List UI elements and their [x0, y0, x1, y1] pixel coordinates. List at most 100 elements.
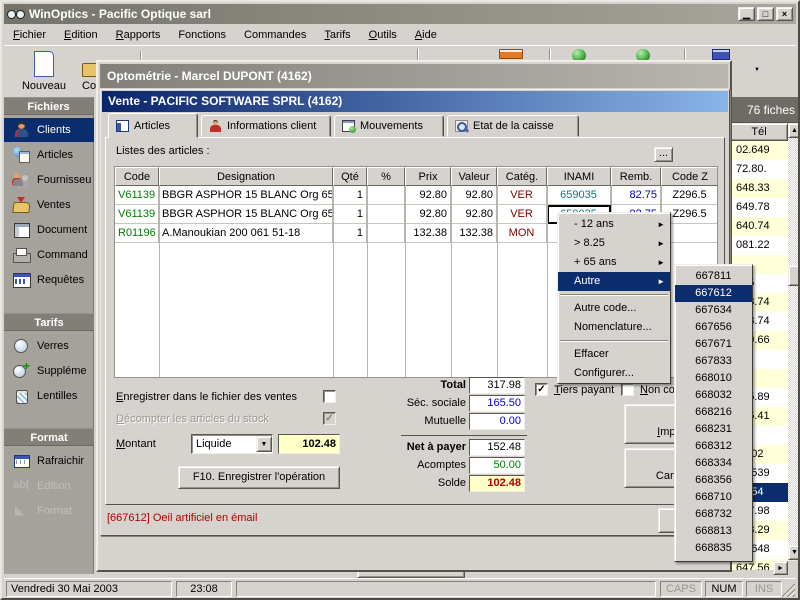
maximize-button[interactable]: □	[757, 7, 774, 21]
close-button[interactable]: ×	[776, 7, 793, 21]
main-titlebar[interactable]: WinOptics - Pacific Optique sarl ▁ □ ×	[4, 4, 796, 24]
code-item[interactable]: 667671	[675, 336, 752, 353]
tel-row[interactable]: 649.78	[731, 198, 788, 217]
code-item-selected[interactable]: 667612	[675, 285, 752, 302]
tab-articles[interactable]: Articles	[108, 113, 198, 138]
menu-rapports[interactable]: Rapports	[107, 26, 170, 44]
menu-item-autre-code[interactable]: Autre code...	[558, 299, 670, 318]
clients-vscrollbar[interactable]	[788, 123, 800, 561]
code-item[interactable]: 668010	[675, 370, 752, 387]
col-remb[interactable]: Remb.	[611, 167, 661, 186]
vente-titlebar[interactable]: Vente - PACIFIC SOFTWARE SPRL (4162)	[102, 91, 728, 112]
toolbar-print-icon[interactable]	[499, 49, 523, 59]
sidebar-item-lentilles[interactable]: Lentilles	[4, 384, 94, 408]
tel-row[interactable]: 02.649	[731, 141, 788, 160]
code-item[interactable]: 667833	[675, 353, 752, 370]
f10-enregistrer-button[interactable]: F10. Enregistrer l'opération	[178, 466, 340, 489]
col-codez[interactable]: Code Z	[661, 167, 718, 186]
menu-item-autre[interactable]: Autre►	[558, 272, 670, 291]
toolbar-overflow-chevron[interactable]: ▼	[750, 64, 764, 77]
tel-row[interactable]: 081.22	[731, 236, 788, 255]
save-sales-checkbox[interactable]	[323, 390, 336, 403]
fiches-count-panel: 76 fiches	[730, 97, 800, 123]
menu-item-nomenclature[interactable]: Nomenclature...	[558, 318, 670, 337]
code-item[interactable]: 668032	[675, 387, 752, 404]
tab-etat-caisse[interactable]: Etat de la caisse	[447, 115, 579, 137]
sec-sociale-value[interactable]: 165.50	[469, 395, 525, 412]
menu-tarifs[interactable]: Tarifs	[315, 26, 359, 44]
menu-outils[interactable]: Outils	[360, 26, 406, 44]
col-valeur[interactable]: Valeur	[451, 167, 497, 186]
col-qte[interactable]: Qté	[333, 167, 367, 186]
sidebar-item-fournisseurs[interactable]: Fournisseu	[4, 168, 94, 192]
code-item[interactable]: 668231	[675, 421, 752, 438]
montant-value-field[interactable]: 102.48	[278, 434, 340, 454]
code-item[interactable]: 667656	[675, 319, 752, 336]
tel-row[interactable]: 72.80.	[731, 160, 788, 179]
scroll-right-icon[interactable]: ►	[773, 561, 788, 575]
menu-edition[interactable]: Edition	[55, 26, 107, 44]
col-inami[interactable]: INAMI	[547, 167, 611, 186]
code-item[interactable]: 667811	[675, 268, 752, 285]
tel-row[interactable]: 648.33	[731, 179, 788, 198]
menu-item-plus-65-ans[interactable]: + 65 ans►	[558, 253, 670, 272]
code-item[interactable]: 668356	[675, 472, 752, 489]
sidebar-label: Lentilles	[37, 390, 77, 402]
rafraichir-icon	[13, 453, 30, 469]
code-item[interactable]: 668835	[675, 540, 752, 557]
menu-item-configurer[interactable]: Configurer...	[558, 364, 670, 383]
acomptes-value[interactable]: 50.00	[469, 457, 525, 474]
sidebar-item-commandes[interactable]: Command	[4, 243, 94, 267]
mutuelle-value[interactable]: 0.00	[469, 413, 525, 430]
sidebar-item-ventes[interactable]: Ventes	[4, 193, 94, 217]
code-item[interactable]: 668732	[675, 506, 752, 523]
optometrie-titlebar[interactable]: Optométrie - Marcel DUPONT (4162)	[100, 64, 728, 88]
code-item[interactable]: 668312	[675, 438, 752, 455]
sidebar-label: Format	[37, 505, 72, 517]
code-item[interactable]: 668334	[675, 455, 752, 472]
tab-informations-client[interactable]: Informations client	[201, 115, 331, 137]
nouveau-button[interactable]: Nouveau	[8, 48, 80, 94]
sidebar-item-verres[interactable]: Verres	[4, 334, 94, 358]
menu-fonctions[interactable]: Fonctions	[169, 26, 235, 44]
inami-code-submenu: 667811 667612 667634 667656 667671 66783…	[674, 264, 753, 562]
resize-grip[interactable]	[781, 583, 795, 597]
combo-dropdown-icon[interactable]: ▼	[256, 436, 272, 452]
sidebar-item-rafraichir[interactable]: Rafraichir	[4, 449, 94, 473]
toolbar-list-icon[interactable]	[712, 49, 730, 60]
scroll-up-icon[interactable]: ▲	[788, 123, 800, 138]
tel-column-header[interactable]: Tél	[730, 123, 788, 141]
col-prix[interactable]: Prix	[405, 167, 451, 186]
sidebar-item-requetes[interactable]: Requêtes	[4, 268, 94, 292]
col-categ[interactable]: Catég.	[497, 167, 547, 186]
menu-fichier[interactable]: Fichier	[4, 26, 55, 44]
tiers-payant-checkbox[interactable]: ✓	[535, 383, 548, 396]
tel-row[interactable]: 640.74	[731, 217, 788, 236]
sidebar-item-articles[interactable]: Articles	[4, 143, 94, 167]
payment-method-combo[interactable]: Liquide ▼	[191, 434, 273, 454]
minimize-button[interactable]: ▁	[738, 7, 755, 21]
col-designation[interactable]: Designation	[159, 167, 333, 186]
sidebar-item-documents[interactable]: Document	[4, 218, 94, 242]
menu-separator	[560, 340, 668, 342]
code-item[interactable]: 668216	[675, 404, 752, 421]
total-label: Total	[346, 379, 466, 391]
menu-commandes[interactable]: Commandes	[235, 26, 315, 44]
menu-item-effacer[interactable]: Effacer	[558, 345, 670, 364]
code-item[interactable]: 667634	[675, 302, 752, 319]
code-item[interactable]: 668813	[675, 523, 752, 540]
scroll-down-icon[interactable]: ▼	[788, 545, 800, 560]
tab-mouvements[interactable]: Mouvements	[334, 115, 444, 137]
sidebar-item-clients[interactable]: Clients	[4, 118, 94, 142]
scroll-thumb[interactable]	[788, 265, 800, 286]
code-item[interactable]: 668710	[675, 489, 752, 506]
menu-aide[interactable]: Aide	[406, 26, 446, 44]
col-pct[interactable]: %	[367, 167, 405, 186]
more-button[interactable]: ...	[654, 147, 673, 162]
menu-item-moins-12-ans[interactable]: - 12 ans►	[558, 215, 670, 234]
non-comptant-checkbox[interactable]	[621, 383, 634, 396]
col-code[interactable]: Code	[115, 167, 159, 186]
table-row[interactable]: V61139 BBGR ASPHOR 15 BLANC Org 65 + 1 9…	[115, 186, 717, 205]
menu-item-sup-825[interactable]: > 8.25►	[558, 234, 670, 253]
sidebar-item-supplements[interactable]: Suppléme	[4, 359, 94, 383]
